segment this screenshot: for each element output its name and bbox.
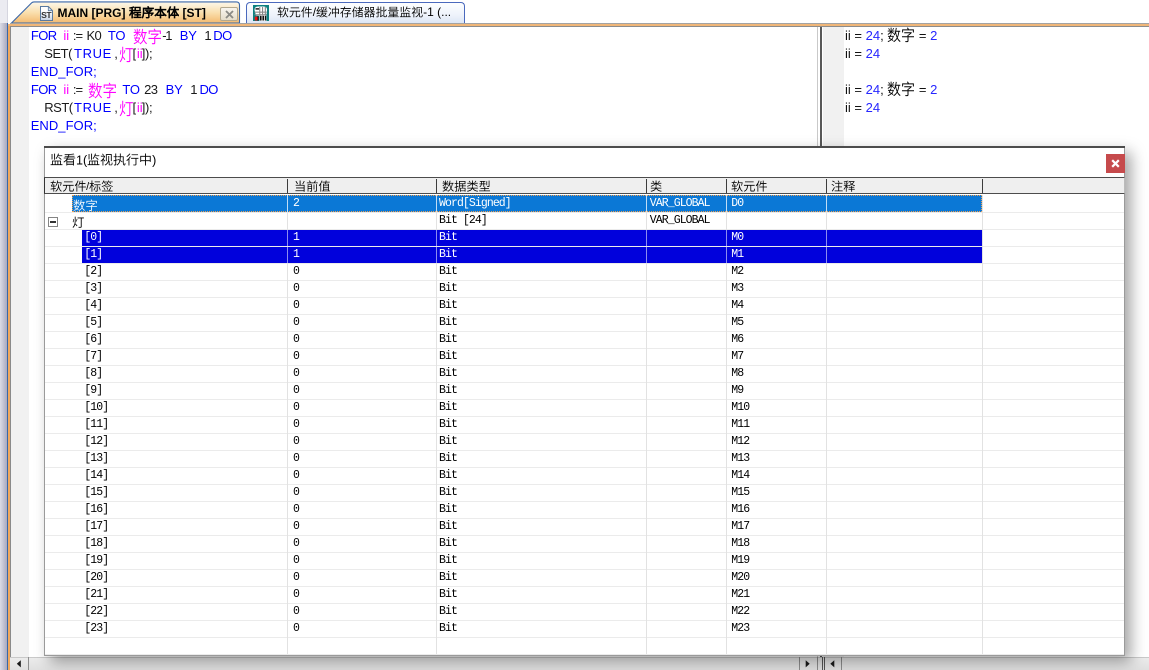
svg-text:ST: ST (41, 10, 52, 20)
